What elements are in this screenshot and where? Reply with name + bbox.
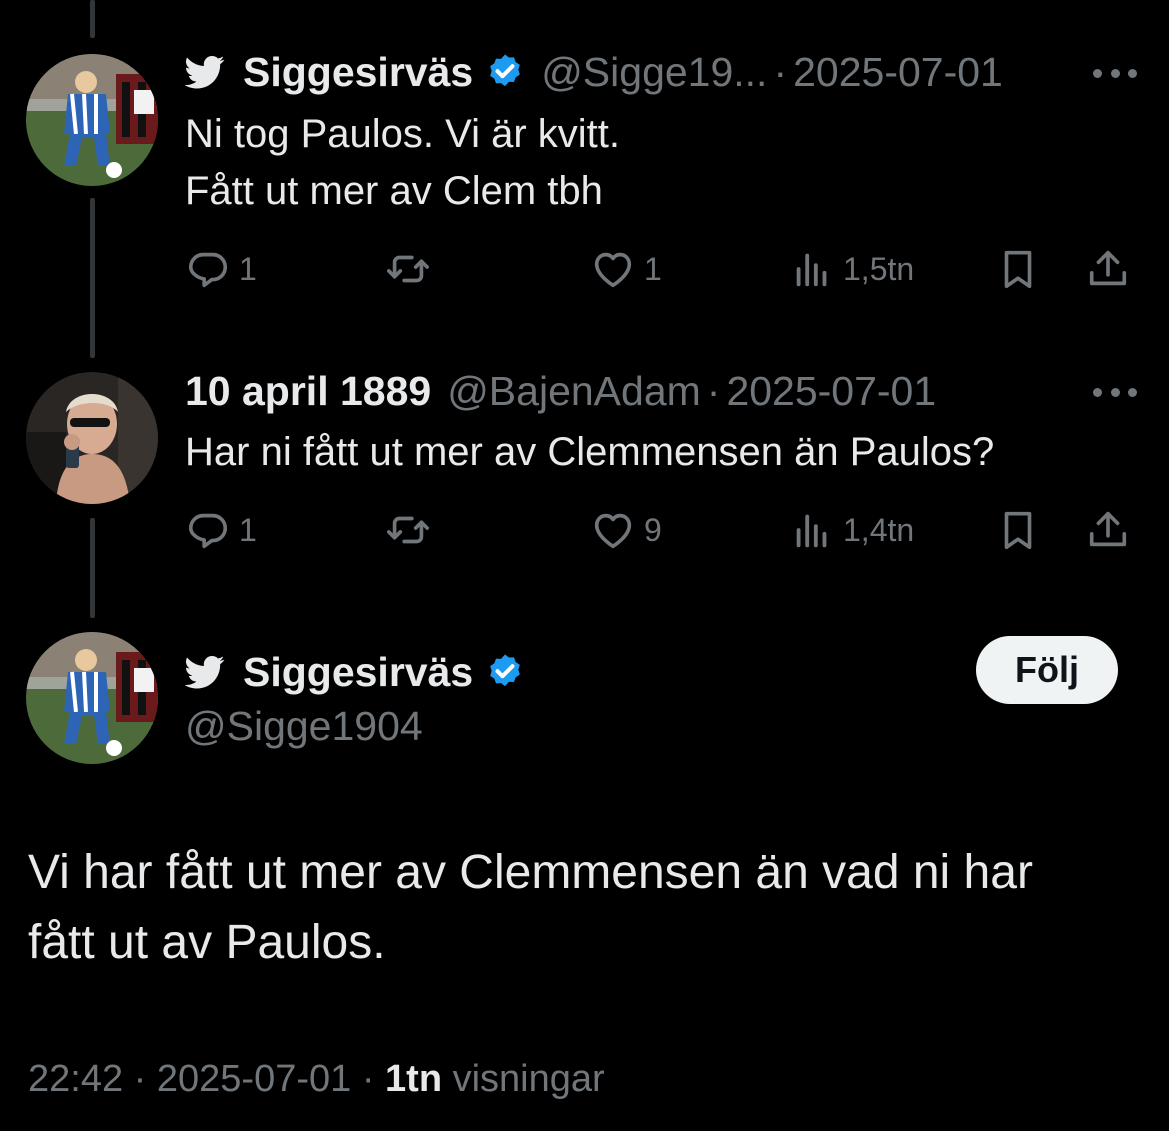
separator-dot: · — [773, 49, 788, 95]
tweet-header: 10 april 1889 @BajenAdam · 2025-07-01 — [185, 367, 936, 415]
views-count: 1,5tn — [843, 250, 915, 287]
author-name[interactable]: Siggesirväs — [243, 48, 473, 96]
views-button[interactable]: 1,4tn — [789, 505, 914, 555]
like-button[interactable]: 9 — [590, 505, 662, 555]
avatar-image — [26, 372, 158, 504]
separator-dot: · — [133, 1058, 147, 1100]
bookmark-icon — [995, 507, 1041, 553]
avatar-image — [26, 632, 158, 764]
thread-line — [90, 0, 95, 38]
retweet-icon — [385, 507, 431, 553]
tweet-text-line: Har ni fått ut mer av Clemmensen än Paul… — [185, 430, 995, 474]
share-button[interactable] — [1085, 505, 1131, 555]
tweet-date[interactable]: 2025-07-01 — [793, 48, 1003, 96]
author-name[interactable]: Siggesirväs — [243, 648, 473, 696]
avatar[interactable] — [26, 54, 158, 186]
more-dots-icon[interactable] — [1093, 385, 1137, 399]
reply-button[interactable]: 1 — [185, 505, 257, 555]
bookmark-button[interactable] — [995, 244, 1041, 294]
views-button[interactable]: 1,5tn — [789, 244, 914, 294]
reply-count: 1 — [239, 250, 257, 287]
thread-line — [90, 518, 95, 618]
avatar-image — [26, 54, 158, 186]
more-dots-icon[interactable] — [1093, 66, 1137, 80]
follow-button[interactable]: Följ — [976, 636, 1118, 704]
avatar[interactable] — [26, 372, 158, 504]
like-count: 1 — [644, 250, 662, 287]
main-tweet-header: Siggesirväs — [185, 648, 525, 696]
tweet-actions: 1 1 1,5tn — [185, 244, 1135, 294]
bookmark-button[interactable] — [995, 505, 1041, 555]
retweet-button[interactable] — [385, 244, 439, 294]
twitter-bird-icon — [185, 652, 229, 692]
share-button[interactable] — [1085, 244, 1131, 294]
views-count: 1,4tn — [843, 511, 915, 548]
verified-badge-icon — [485, 52, 525, 92]
main-tweet-text: Vi har fått ut mer av Clemmensen än vad … — [28, 838, 1033, 978]
retweet-button[interactable] — [385, 505, 439, 555]
author-handle[interactable]: @BajenAdam — [447, 367, 701, 415]
main-tweet-text-line: fått ut av Paulos. — [28, 916, 386, 969]
avatar[interactable] — [26, 632, 158, 764]
tweet-text-line: Fått ut mer av Clem tbh — [185, 169, 603, 213]
tweet-date[interactable]: 2025-07-01 — [726, 367, 936, 415]
like-button[interactable]: 1 — [590, 244, 662, 294]
author-handle[interactable]: @Sigge1904 — [185, 702, 423, 750]
tweet-text: Har ni fått ut mer av Clemmensen än Paul… — [185, 424, 994, 481]
tweet-text-line: Ni tog Paulos. Vi är kvitt. — [185, 112, 620, 156]
views-icon — [789, 507, 835, 553]
verified-badge-icon — [485, 652, 525, 692]
main-tweet-handle-row: @Sigge1904 — [185, 702, 423, 750]
like-count: 9 — [644, 511, 662, 548]
tweet-date[interactable]: 2025-07-01 — [157, 1058, 351, 1100]
tweet-metadata: 22:42 · 2025-07-01 · 1tn visningar — [28, 1058, 605, 1101]
like-icon — [590, 507, 636, 553]
reply-icon — [185, 507, 231, 553]
author-handle[interactable]: @Sigge19... — [541, 48, 767, 96]
views-icon — [789, 246, 835, 292]
tweet-actions: 1 9 1,4tn — [185, 505, 1135, 555]
separator-dot: · — [361, 1058, 375, 1100]
reply-icon — [185, 246, 231, 292]
tweet-time[interactable]: 22:42 — [28, 1058, 123, 1100]
like-icon — [590, 246, 636, 292]
separator-dot: · — [706, 368, 721, 414]
tweet-text: Ni tog Paulos. Vi är kvitt. Fått ut mer … — [185, 106, 620, 220]
reply-count: 1 — [239, 511, 257, 548]
reply-button[interactable]: 1 — [185, 244, 257, 294]
share-icon — [1085, 507, 1131, 553]
author-name[interactable]: 10 april 1889 — [185, 367, 431, 415]
share-icon — [1085, 246, 1131, 292]
views-label: visningar — [452, 1058, 605, 1100]
retweet-icon — [385, 246, 431, 292]
views-total: 1tn — [385, 1058, 443, 1100]
thread-line — [90, 198, 95, 358]
bookmark-icon — [995, 246, 1041, 292]
twitter-bird-icon — [185, 52, 229, 92]
main-tweet-text-line: Vi har fått ut mer av Clemmensen än vad … — [28, 846, 1033, 899]
tweet-header: Siggesirväs @Sigge19... · 2025-07-01 — [185, 48, 1003, 96]
